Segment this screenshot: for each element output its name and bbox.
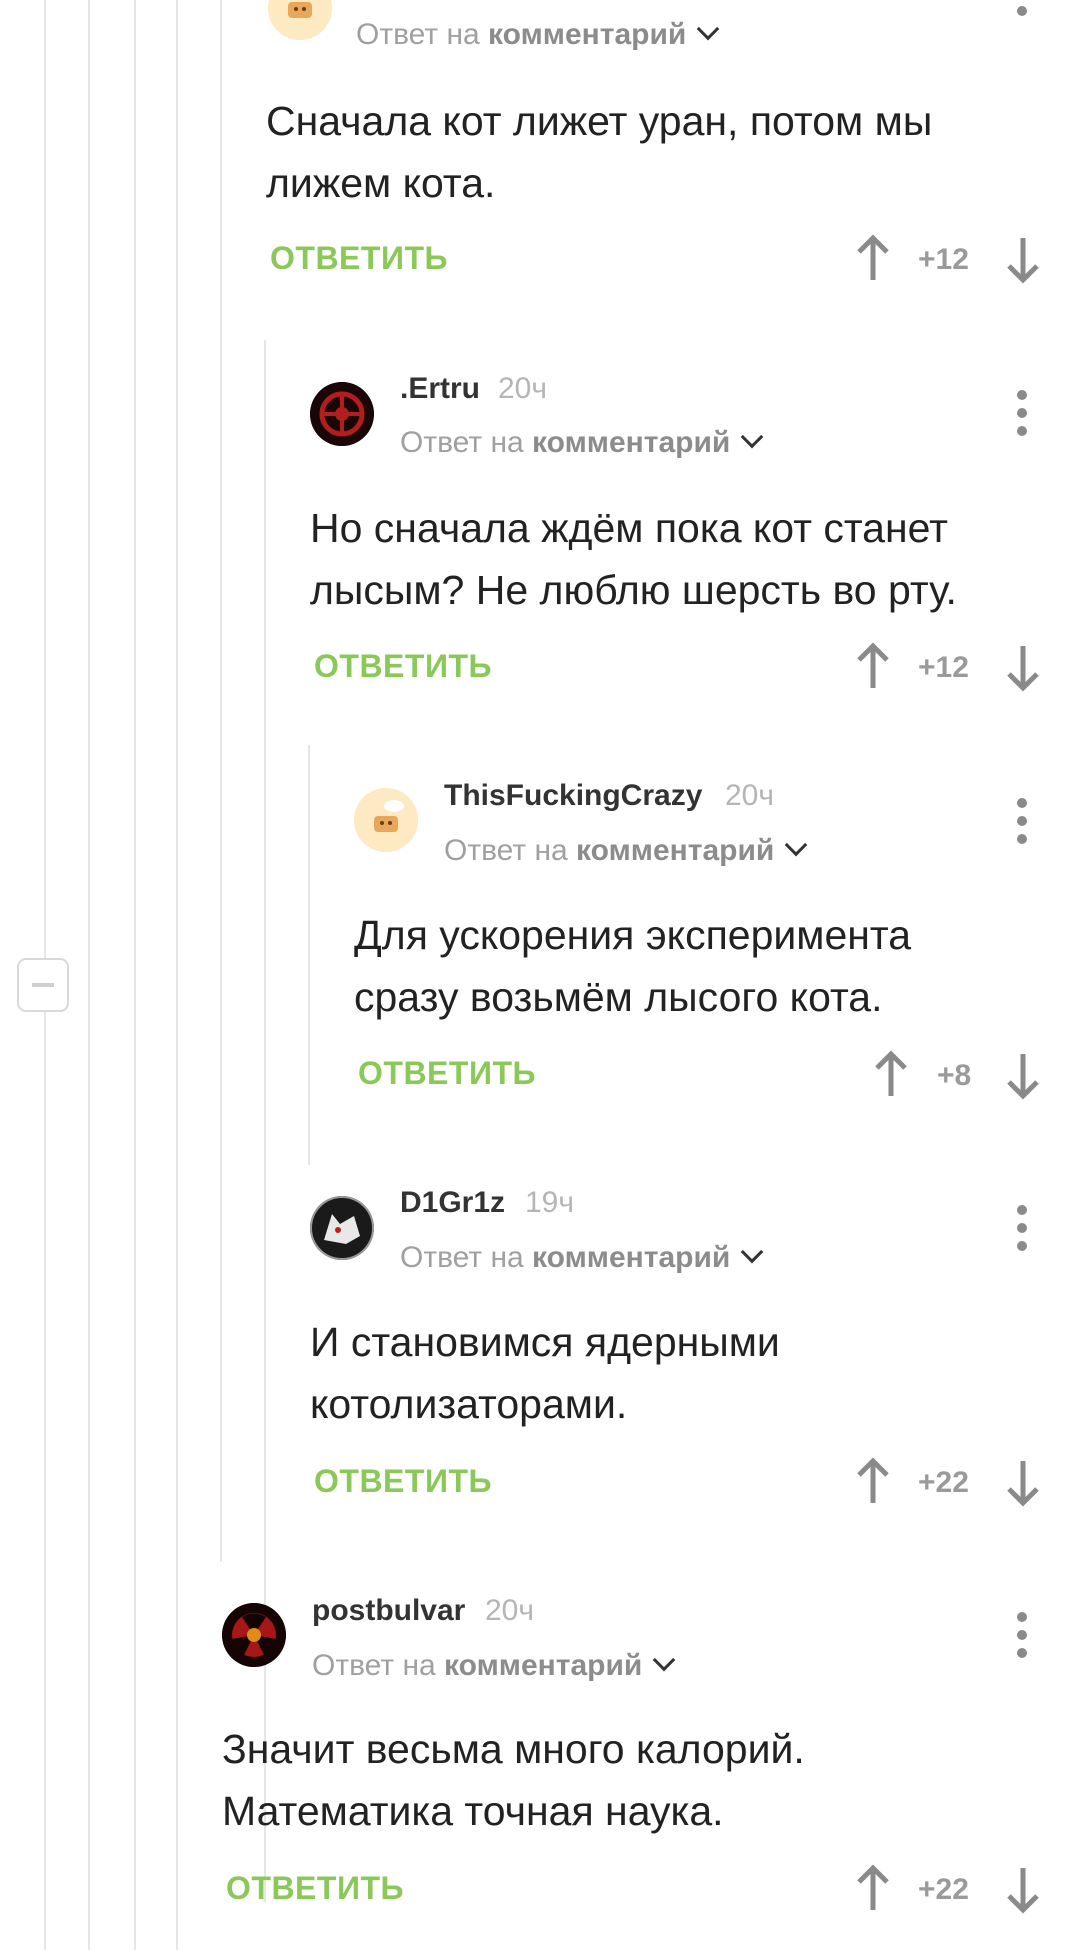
reply-prefix: Ответ на: [400, 1241, 524, 1274]
reply-target-link[interactable]: комментарий: [532, 1241, 730, 1274]
comment-text-line: И становимся ядерными: [310, 1319, 780, 1365]
username[interactable]: postbulvar: [312, 1594, 465, 1628]
comment-text-line: лижем кота.: [266, 160, 496, 206]
timestamp: 20ч: [725, 779, 774, 812]
thread-line-level-2: [88, 0, 90, 1950]
avatar[interactable]: [222, 1603, 286, 1667]
more-options-button[interactable]: [1015, 390, 1029, 436]
downvote-arrow-icon[interactable]: [1003, 234, 1043, 284]
reply-to-label[interactable]: Ответ на комментарий: [444, 833, 808, 868]
timestamp: 19ч: [525, 1186, 574, 1219]
collapse-thread-button[interactable]: [17, 958, 69, 1012]
upvote-arrow-icon[interactable]: [853, 642, 893, 692]
username[interactable]: D1Gr1z: [400, 1186, 505, 1220]
downvote-arrow-icon[interactable]: [1003, 642, 1043, 692]
more-options-button[interactable]: [1015, 1205, 1029, 1251]
reply-to-label[interactable]: Ответ на комментарий: [312, 1648, 676, 1683]
thread-line-level-7: [308, 745, 310, 1165]
thread-line-level-5: [220, 0, 222, 1562]
comment-text-line: Математика точная наука.: [222, 1788, 724, 1834]
comment-text: Для ускорения эксперимента сразу возьмём…: [354, 904, 1080, 1028]
comment-text-line: лысым? Не люблю шерсть во рту.: [310, 567, 957, 613]
reply-target-link[interactable]: комментарий: [444, 1649, 642, 1682]
comment-text: И становимся ядерными котолизаторами.: [310, 1311, 1080, 1435]
reply-button[interactable]: ОТВЕТИТЬ: [226, 1870, 404, 1907]
reply-button[interactable]: ОТВЕТИТЬ: [270, 240, 448, 277]
comment-text-line: Значит весьма много калорий.: [222, 1726, 805, 1772]
downvote-arrow-icon[interactable]: [1003, 1864, 1043, 1914]
reply-prefix: Ответ на: [444, 834, 568, 867]
comment-text: Но сначала ждём пока кот станет лысым? Н…: [310, 497, 1080, 621]
cat-cartoon-avatar-icon: [268, 0, 332, 40]
comment-text-line: котолизаторами.: [310, 1381, 628, 1427]
comment-text-line: Сначала кот лижет уран, потом мы: [266, 98, 933, 144]
avatar[interactable]: [310, 382, 374, 446]
username[interactable]: .Ertru: [400, 372, 480, 406]
comment-text-line: Но сначала ждём пока кот станет: [310, 505, 948, 551]
reply-button[interactable]: ОТВЕТИТЬ: [358, 1055, 536, 1092]
upvote-arrow-icon[interactable]: [853, 1864, 893, 1914]
chevron-down-icon[interactable]: [741, 425, 764, 449]
reply-prefix: Ответ на: [312, 1649, 436, 1682]
reply-target-link[interactable]: комментарий: [532, 426, 730, 459]
cat-cartoon-avatar-icon: [354, 788, 418, 852]
thread-line-level-6: [264, 340, 266, 1902]
more-options-button[interactable]: [1015, 0, 1029, 34]
timestamp: 20ч: [498, 372, 547, 405]
avatar[interactable]: [354, 788, 418, 852]
score: +22: [918, 1873, 969, 1906]
thread-line-level-3: [134, 0, 136, 1950]
reply-target-link[interactable]: комментарий: [488, 18, 686, 51]
reply-button[interactable]: ОТВЕТИТЬ: [314, 1463, 492, 1500]
dark-red-emblem-avatar-icon: [310, 382, 374, 446]
score: +22: [918, 1466, 969, 1499]
reply-button[interactable]: ОТВЕТИТЬ: [314, 648, 492, 685]
comment-text-line: сразу возьмём лысого кота.: [354, 974, 883, 1020]
downvote-arrow-icon[interactable]: [1003, 1457, 1043, 1507]
upvote-arrow-icon[interactable]: [871, 1050, 911, 1100]
reply-to-label[interactable]: Ответ на комментарий: [356, 17, 720, 52]
score: +8: [937, 1059, 972, 1092]
reply-to-label[interactable]: Ответ на комментарий: [400, 425, 764, 460]
reply-prefix: Ответ на: [356, 18, 480, 51]
downvote-arrow-icon[interactable]: [1003, 1050, 1043, 1100]
upvote-arrow-icon[interactable]: [853, 1457, 893, 1507]
radiation-symbol-avatar-icon: [222, 1603, 286, 1667]
chevron-down-icon[interactable]: [653, 1648, 676, 1672]
chevron-down-icon[interactable]: [785, 833, 808, 857]
chevron-down-icon[interactable]: [697, 17, 720, 41]
chevron-down-icon[interactable]: [741, 1240, 764, 1264]
more-options-button[interactable]: [1015, 1612, 1029, 1658]
reply-prefix: Ответ на: [400, 426, 524, 459]
reply-to-label[interactable]: Ответ на комментарий: [400, 1240, 764, 1275]
wolf-head-avatar-icon: [310, 1196, 374, 1260]
timestamp: 20ч: [485, 1594, 534, 1627]
avatar[interactable]: [268, 0, 332, 40]
comment-text-line: Для ускорения эксперимента: [354, 912, 912, 958]
score: +12: [918, 243, 969, 276]
upvote-arrow-icon[interactable]: [853, 234, 893, 284]
comment-text: Значит весьма много калорий. Математика …: [222, 1718, 1022, 1842]
more-options-button[interactable]: [1015, 798, 1029, 844]
thread-line-level-4: [176, 0, 178, 1950]
avatar[interactable]: [310, 1196, 374, 1260]
username[interactable]: ThisFuckingCrazy: [444, 779, 702, 813]
reply-target-link[interactable]: комментарий: [576, 834, 774, 867]
comment-text: Сначала кот лижет уран, потом мы лижем к…: [266, 90, 1066, 214]
score: +12: [918, 651, 969, 684]
